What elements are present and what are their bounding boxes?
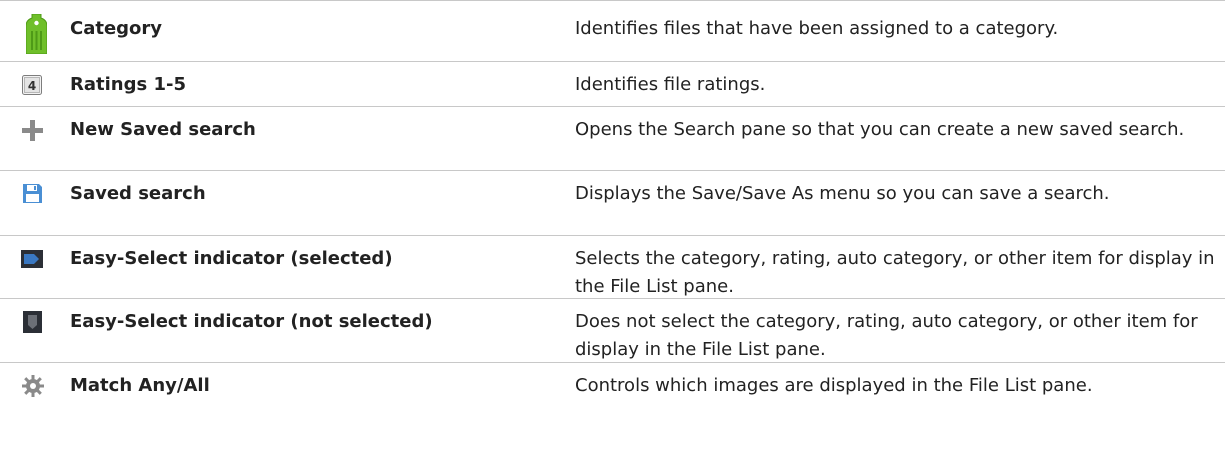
table-row: New Saved search Opens the Search pane s… bbox=[0, 107, 1225, 171]
row-name: Match Any/All bbox=[70, 375, 210, 396]
icon-cell bbox=[0, 1, 70, 61]
icon-cell bbox=[0, 171, 70, 235]
icon-cell: 4 bbox=[0, 62, 70, 106]
table-row: Easy-Select indicator (not selected) Doe… bbox=[0, 299, 1225, 363]
icon-cell bbox=[0, 299, 70, 362]
easy-select-selected-icon bbox=[21, 250, 43, 268]
rating-box-icon: 4 bbox=[22, 75, 42, 95]
icon-cell bbox=[0, 363, 70, 408]
easy-select-not-selected-icon bbox=[23, 311, 42, 333]
table-row: 4 Ratings 1-5 Identifies file ratings. bbox=[0, 62, 1225, 107]
row-name: Category bbox=[70, 18, 163, 39]
row-description: Does not select the category, rating, au… bbox=[575, 311, 1198, 360]
row-description: Selects the category, rating, auto categ… bbox=[575, 248, 1215, 297]
table-row: Easy-Select indicator (selected) Selects… bbox=[0, 236, 1225, 299]
plus-icon bbox=[22, 120, 43, 141]
floppy-disk-icon bbox=[23, 184, 42, 203]
row-name: Ratings 1-5 bbox=[70, 74, 186, 95]
gear-icon bbox=[22, 375, 44, 397]
icon-reference-table: Category Identifies files that have been… bbox=[0, 0, 1225, 408]
icon-cell bbox=[0, 107, 70, 170]
row-description: Controls which images are displayed in t… bbox=[575, 375, 1093, 396]
row-description: Identifies files that have been assigned… bbox=[575, 18, 1059, 39]
row-name: Easy-Select indicator (not selected) bbox=[70, 311, 433, 332]
icon-cell bbox=[0, 236, 70, 298]
rating-box-number: 4 bbox=[28, 79, 36, 93]
row-description: Identifies file ratings. bbox=[575, 74, 766, 95]
row-name: New Saved search bbox=[70, 119, 256, 140]
row-description: Displays the Save/Save As menu so you ca… bbox=[575, 183, 1110, 204]
table-row: Match Any/All Controls which images are … bbox=[0, 363, 1225, 408]
category-tag-icon bbox=[26, 14, 47, 54]
row-name: Saved search bbox=[70, 183, 206, 204]
row-name: Easy-Select indicator (selected) bbox=[70, 248, 393, 269]
table-row: Category Identifies files that have been… bbox=[0, 1, 1225, 62]
row-description: Opens the Search pane so that you can cr… bbox=[575, 119, 1185, 140]
table-row: Saved search Displays the Save/Save As m… bbox=[0, 171, 1225, 236]
